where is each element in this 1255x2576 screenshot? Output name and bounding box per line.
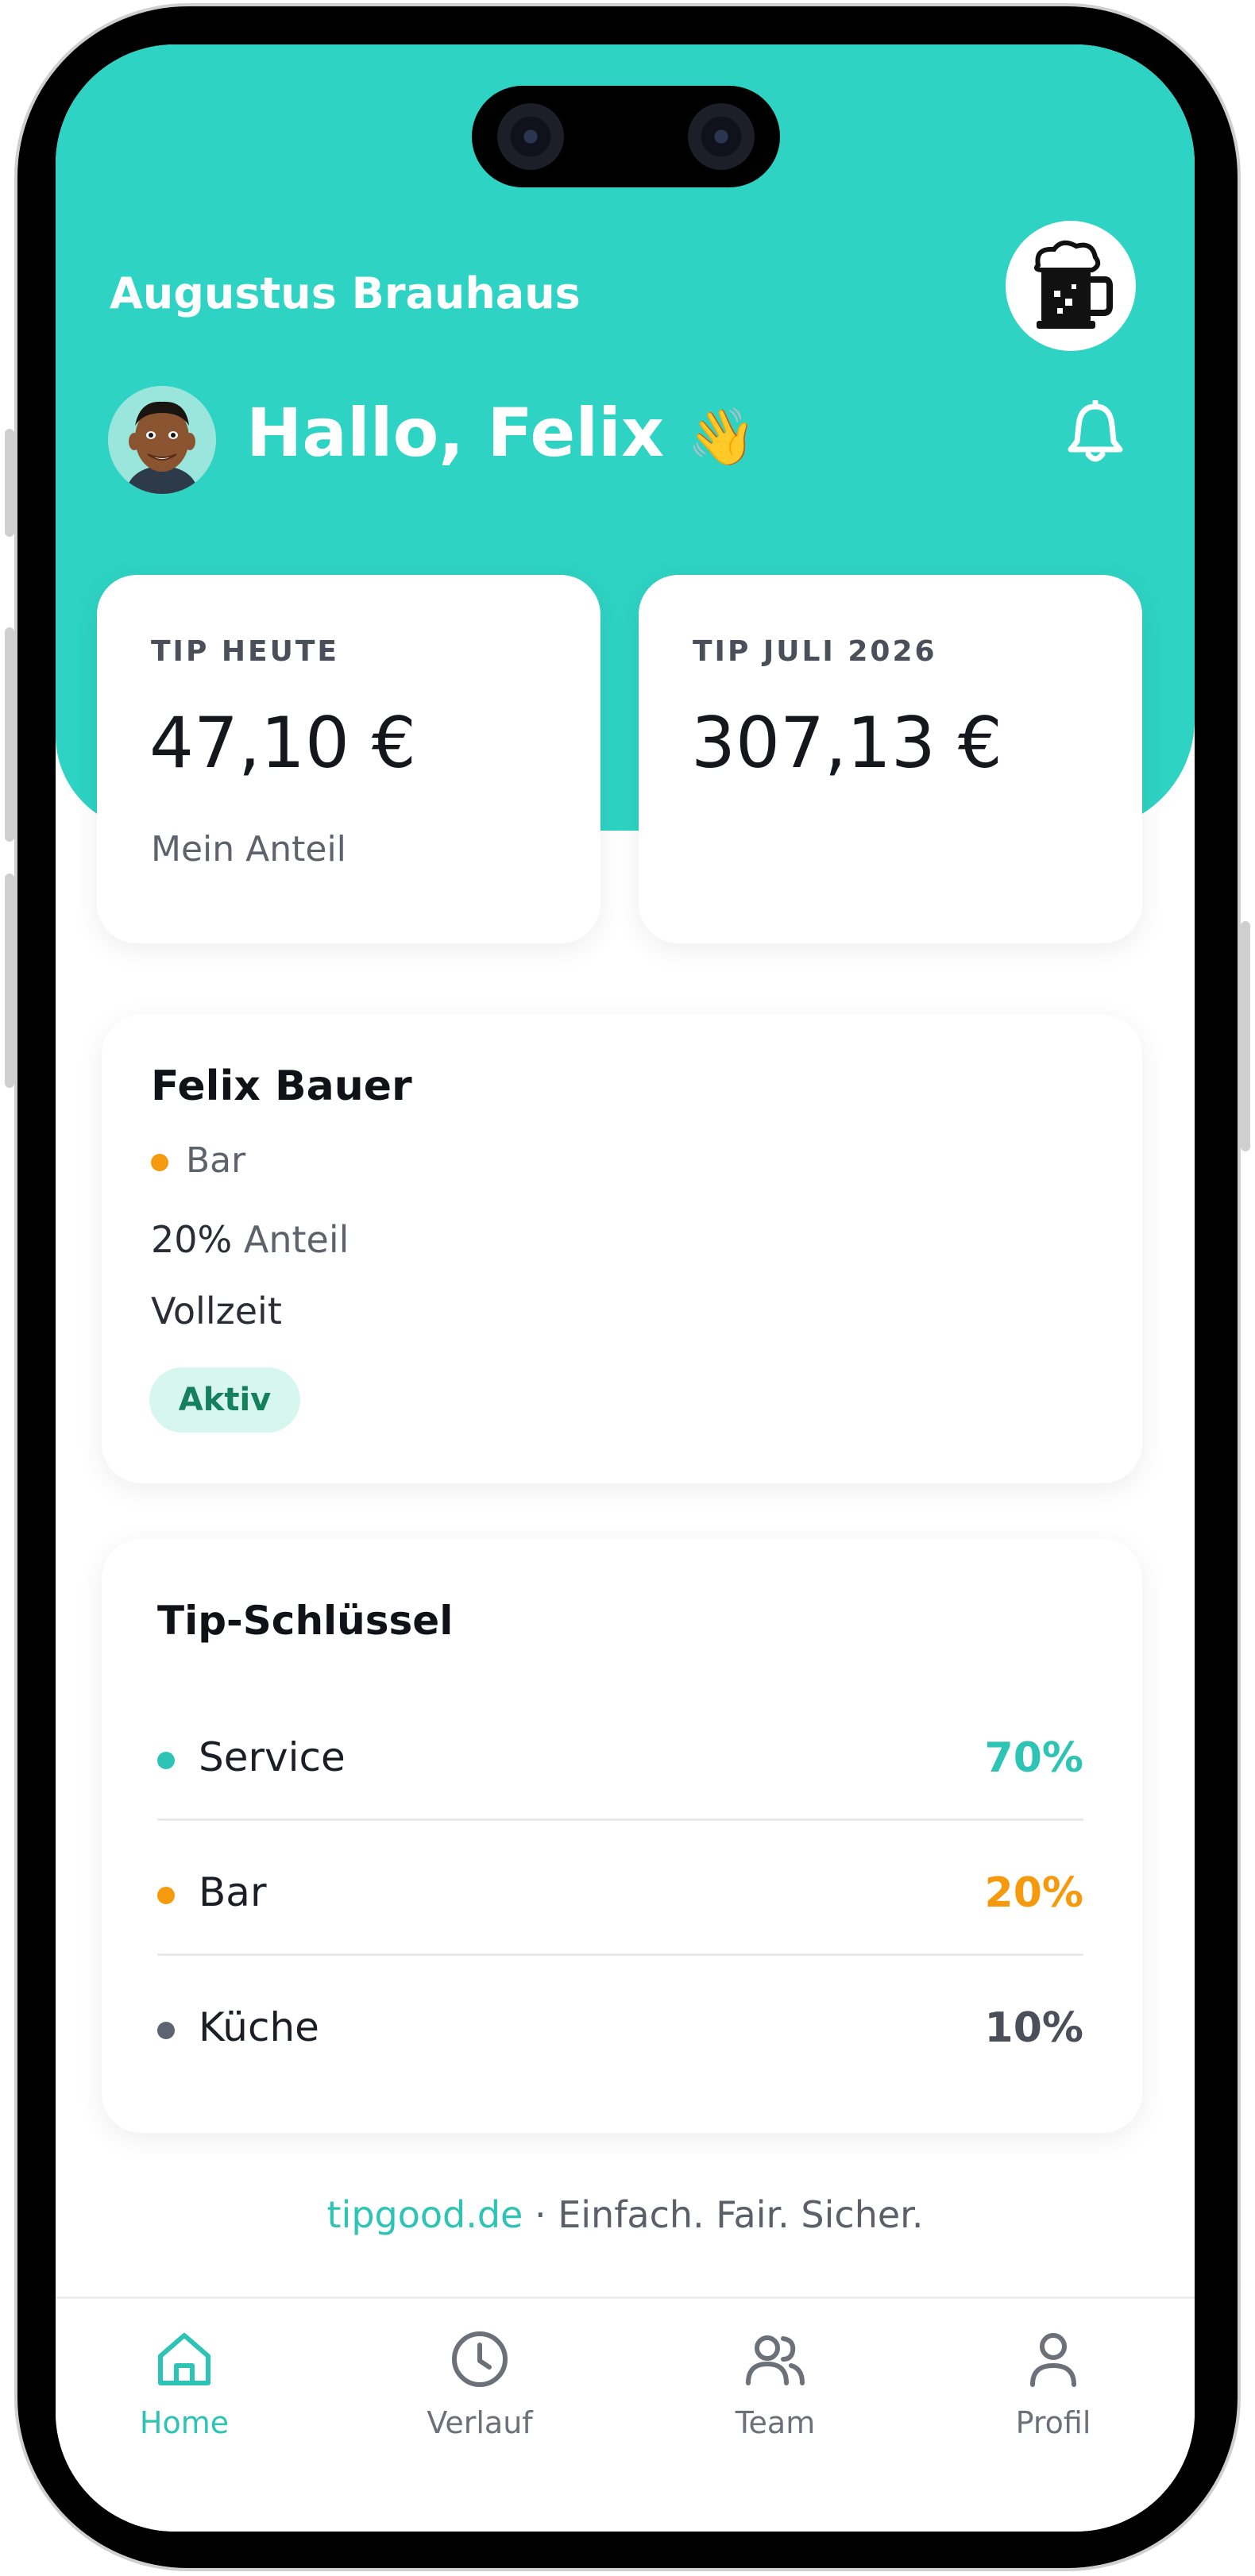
footer-tagline: tipgood.de · Einfach. Fair. Sicher. bbox=[56, 2193, 1195, 2236]
list-item[interactable]: Küche 10% bbox=[157, 1992, 1083, 2068]
tip-today-card[interactable]: TIP HEUTE 47,10 € Mein Anteil bbox=[97, 575, 600, 943]
bottom-tab-bar: Home Verlauf Team Profil bbox=[56, 2296, 1195, 2532]
tip-key-pct: 70% bbox=[984, 1734, 1083, 1782]
tip-month-label: TIP JULI 2026 bbox=[693, 635, 937, 668]
footer-tagline-text: · Einfach. Fair. Sicher. bbox=[523, 2193, 924, 2236]
tab-verlauf[interactable]: Verlauf bbox=[376, 2327, 583, 2486]
tip-today-label: TIP HEUTE bbox=[151, 635, 339, 668]
divider bbox=[157, 1953, 1083, 1956]
tip-key-title: Tip-Schlüssel bbox=[157, 1598, 454, 1644]
service-dot bbox=[157, 1752, 175, 1769]
employee-name: Felix Bauer bbox=[151, 1062, 412, 1110]
tip-today-value: 47,10 € bbox=[149, 702, 416, 784]
tip-key-name: Küche bbox=[199, 2004, 319, 2050]
beer-mug-icon bbox=[1034, 240, 1113, 329]
venue-name: Augustus Brauhaus bbox=[110, 268, 581, 318]
tab-home[interactable]: Home bbox=[81, 2327, 288, 2486]
employee-role: Bar bbox=[151, 1140, 245, 1181]
side-button-volume-down bbox=[5, 873, 14, 1088]
kitchen-dot bbox=[157, 2022, 175, 2039]
tip-key-pct: 10% bbox=[984, 2004, 1083, 2052]
status-badge: Aktiv bbox=[149, 1367, 300, 1433]
greeting-heading: Hallo, Felix 👋 bbox=[246, 394, 757, 472]
employee-share-label: Anteil bbox=[243, 1218, 349, 1261]
employee-employment: Vollzeit bbox=[151, 1290, 282, 1332]
tip-key-name: Bar bbox=[199, 1869, 267, 1915]
beer-mug-logo[interactable] bbox=[1006, 221, 1136, 351]
dynamic-island bbox=[472, 86, 780, 187]
employee-share-pct: 20% bbox=[151, 1218, 233, 1261]
user-icon bbox=[1030, 2333, 1076, 2387]
waving-hand-icon: 👋 bbox=[687, 404, 757, 469]
role-dot bbox=[151, 1154, 168, 1171]
greeting-text: Hallo, Felix bbox=[246, 394, 665, 472]
camera-icon bbox=[497, 103, 564, 170]
app-screen: Augustus Brauhaus Hallo, Felix 👋 TIP HEU… bbox=[56, 44, 1195, 2532]
home-icon bbox=[158, 2333, 210, 2385]
tab-profil-label: Profil bbox=[1015, 2405, 1091, 2440]
tip-key-pct: 20% bbox=[984, 1869, 1083, 1917]
tip-key-card: Tip-Schlüssel Service 70% Bar 20% Küche … bbox=[102, 1539, 1142, 2133]
side-button-volume-up bbox=[5, 627, 14, 842]
employee-role-label: Bar bbox=[186, 1140, 246, 1181]
tab-verlauf-label: Verlauf bbox=[427, 2405, 533, 2440]
users-icon bbox=[746, 2335, 805, 2385]
tab-profil[interactable]: Profil bbox=[950, 2327, 1157, 2486]
footer-link[interactable]: tipgood.de bbox=[327, 2193, 523, 2236]
side-button-action bbox=[5, 429, 14, 537]
tab-team-label: Team bbox=[735, 2405, 816, 2440]
bar-dot bbox=[157, 1887, 175, 1904]
tip-today-sub: Mein Anteil bbox=[151, 829, 346, 870]
camera-icon bbox=[688, 103, 755, 170]
tab-home-label: Home bbox=[139, 2405, 230, 2440]
tip-key-name: Service bbox=[199, 1734, 346, 1780]
bell-icon bbox=[1068, 399, 1123, 462]
tip-month-card[interactable]: TIP JULI 2026 307,13 € bbox=[639, 575, 1142, 943]
employee-share: 20% Anteil bbox=[151, 1218, 349, 1261]
notification-button[interactable] bbox=[1066, 399, 1125, 464]
side-button-power bbox=[1241, 921, 1250, 1151]
clock-icon bbox=[452, 2331, 508, 2387]
avatar-face-icon bbox=[108, 386, 216, 494]
avatar[interactable] bbox=[108, 386, 216, 494]
tip-month-value: 307,13 € bbox=[691, 702, 1002, 784]
employee-card[interactable]: Felix Bauer Bar 20% Anteil Vollzeit Akti… bbox=[102, 1015, 1142, 1483]
divider bbox=[157, 1818, 1083, 1821]
list-item[interactable]: Bar 20% bbox=[157, 1857, 1083, 1933]
tab-team[interactable]: Team bbox=[672, 2327, 878, 2486]
list-item[interactable]: Service 70% bbox=[157, 1722, 1083, 1798]
